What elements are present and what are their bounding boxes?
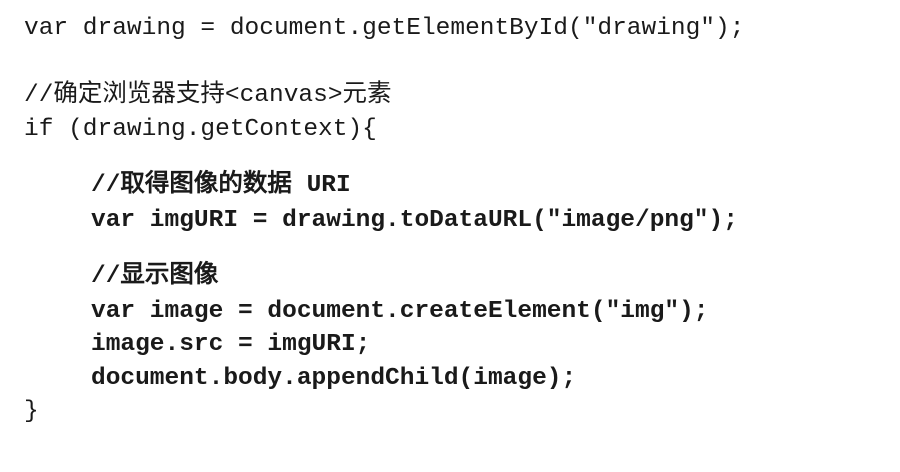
code-comment-canvas-support: //确定浏览器支持<canvas>元素 bbox=[24, 82, 392, 109]
code-line-if-getcontext: if (drawing.getContext){ bbox=[24, 116, 377, 143]
code-line-image-src: image.src = imgURI; bbox=[91, 331, 371, 358]
code-line-append-child: document.body.appendChild(image); bbox=[91, 365, 577, 392]
code-listing: var drawing = document.getElementById("d… bbox=[0, 0, 900, 472]
code-line-to-data-url: var imgURI = drawing.toDataURL("image/pn… bbox=[91, 207, 738, 234]
code-line-create-element: var image = document.createElement("img"… bbox=[91, 298, 709, 325]
code-line-get-element: var drawing = document.getElementById("d… bbox=[24, 15, 745, 42]
code-line-closing-brace: } bbox=[24, 398, 39, 425]
code-comment-show-image: //显示图像 bbox=[91, 263, 219, 290]
code-comment-get-data-uri: //取得图像的数据 URI bbox=[91, 172, 351, 199]
